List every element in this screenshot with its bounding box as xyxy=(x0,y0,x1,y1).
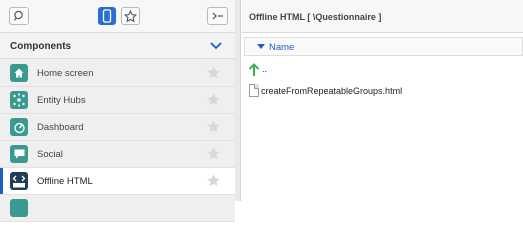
sidebar-toolbar xyxy=(0,0,235,33)
panel-splitter[interactable] xyxy=(235,0,241,201)
star-icon[interactable] xyxy=(206,173,221,188)
collapse-panel-button[interactable] xyxy=(207,7,228,25)
parent-folder-label: .. xyxy=(262,64,268,74)
component-item-label: Dashboard xyxy=(37,122,84,133)
component-item-label: Offline HTML xyxy=(37,176,93,187)
dashboard-icon xyxy=(10,118,28,136)
component-item-label: Home screen xyxy=(37,68,94,79)
column-label: Name xyxy=(269,42,295,53)
hub-icon xyxy=(10,91,28,109)
app-root: Components Home screen Entity Hubs Dashb… xyxy=(0,0,523,222)
components-title: Components xyxy=(10,41,72,52)
favorites-button[interactable] xyxy=(121,7,140,25)
html-icon xyxy=(10,172,28,190)
component-item-partial[interactable] xyxy=(0,195,235,222)
star-icon[interactable] xyxy=(206,146,221,161)
component-item-social[interactable]: Social xyxy=(0,141,235,168)
file-browser: Offline HTML [ \Questionnaire ] Name .. … xyxy=(242,0,523,201)
file-name: createFromRepeatableGroups.html xyxy=(261,86,403,96)
path-bar: Offline HTML [ \Questionnaire ] xyxy=(242,0,523,33)
search-icon xyxy=(13,10,23,21)
components-sidebar: Components Home screen Entity Hubs Dashb… xyxy=(0,0,235,222)
components-list: Home screen Entity Hubs Dashboard Social… xyxy=(0,60,235,222)
sort-desc-icon xyxy=(257,44,265,49)
star-icon[interactable] xyxy=(206,119,221,134)
parent-folder-row[interactable]: .. xyxy=(244,60,523,80)
star-icon xyxy=(124,9,137,22)
star-icon[interactable] xyxy=(206,92,221,107)
name-column-header[interactable]: Name xyxy=(244,37,523,56)
components-header[interactable]: Components xyxy=(0,34,235,59)
component-item-label: Entity Hubs xyxy=(37,95,86,106)
component-icon xyxy=(10,199,28,217)
component-item-home-screen[interactable]: Home screen xyxy=(0,60,235,87)
star-icon[interactable] xyxy=(206,65,221,80)
chevron-down-icon[interactable] xyxy=(209,40,223,52)
component-item-dashboard[interactable]: Dashboard xyxy=(0,114,235,141)
home-icon xyxy=(10,64,28,82)
current-path: Offline HTML [ \Questionnaire ] xyxy=(249,12,382,22)
search-button[interactable] xyxy=(9,7,29,25)
up-arrow-icon xyxy=(248,63,260,76)
chat-icon xyxy=(10,145,28,163)
file-row[interactable]: createFromRepeatableGroups.html xyxy=(244,82,523,102)
mobile-icon xyxy=(102,9,112,23)
component-item-label: Social xyxy=(37,149,63,160)
component-item-entity-hubs[interactable]: Entity Hubs xyxy=(0,87,235,114)
component-item-offline-html[interactable]: Offline HTML xyxy=(0,168,235,195)
collapse-panel-icon xyxy=(212,12,223,20)
file-icon xyxy=(249,84,259,97)
mobile-view-button[interactable] xyxy=(98,7,116,25)
